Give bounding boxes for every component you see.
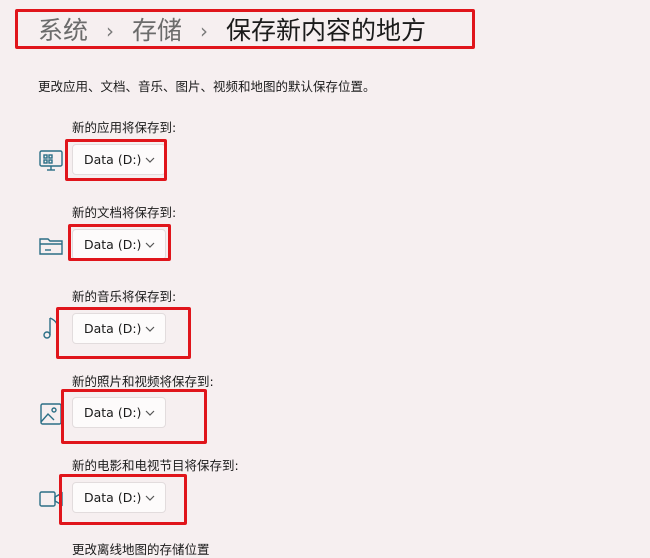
- photos-drive-dropdown[interactable]: Data (D:): [72, 397, 166, 428]
- video-camera-icon: [38, 486, 64, 512]
- chevron-down-icon: [144, 492, 156, 504]
- monitor-icon: [38, 148, 64, 174]
- movies-drive-dropdown[interactable]: Data (D:): [72, 482, 166, 513]
- chevron-down-icon: [144, 407, 156, 419]
- breadcrumb-storage[interactable]: 存储: [132, 14, 182, 48]
- documents-drive-dropdown[interactable]: Data (D:): [72, 229, 166, 260]
- chevron-down-icon: [144, 154, 156, 166]
- chevron-down-icon: [144, 239, 156, 251]
- chevron-down-icon: [144, 323, 156, 335]
- movies-save-label: 新的电影和电视节目将保存到:: [72, 458, 239, 473]
- apps-save-label: 新的应用将保存到:: [72, 120, 177, 135]
- page-description: 更改应用、文档、音乐、图片、视频和地图的默认保存位置。: [38, 79, 376, 94]
- music-note-icon: [38, 315, 64, 341]
- apps-drive-dropdown[interactable]: Data (D:): [72, 144, 166, 175]
- breadcrumb-system[interactable]: 系统: [38, 14, 88, 48]
- photos-save-label: 新的照片和视频将保存到:: [72, 374, 214, 389]
- music-drive-value: Data (D:): [84, 321, 142, 336]
- documents-save-label: 新的文档将保存到:: [72, 205, 177, 220]
- photos-drive-value: Data (D:): [84, 405, 142, 420]
- page-title: 保存新内容的地方: [226, 16, 427, 45]
- music-drive-dropdown[interactable]: Data (D:): [72, 313, 166, 344]
- apps-drive-value: Data (D:): [84, 152, 142, 167]
- breadcrumb-separator-icon: ›: [106, 19, 115, 43]
- music-save-label: 新的音乐将保存到:: [72, 289, 177, 304]
- breadcrumb-separator-icon: ›: [200, 19, 209, 43]
- movies-drive-value: Data (D:): [84, 490, 142, 505]
- folder-icon: [38, 233, 64, 259]
- image-icon: [38, 401, 64, 427]
- breadcrumb: 系统 › 存储 › 保存新内容的地方: [38, 14, 426, 48]
- documents-drive-value: Data (D:): [84, 237, 142, 252]
